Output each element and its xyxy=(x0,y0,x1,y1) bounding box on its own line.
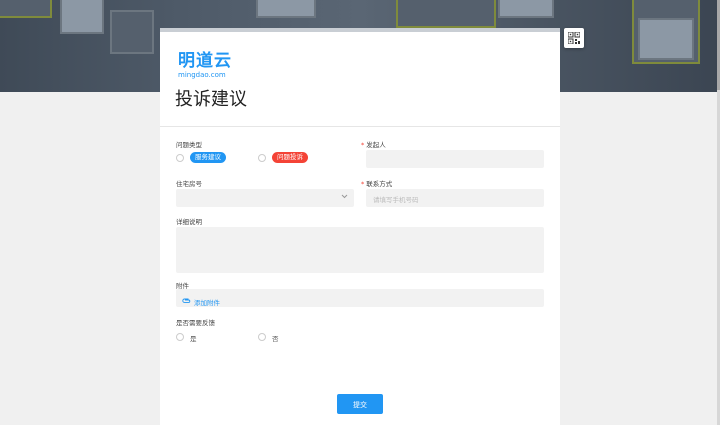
paperclip-icon xyxy=(182,298,191,306)
brand-logo: 明道云 mingdao.com xyxy=(178,52,232,79)
brand-logo-text: 明道云 xyxy=(178,51,232,71)
brand-domain: mingdao.com xyxy=(178,71,226,79)
qr-code-icon[interactable] xyxy=(564,28,584,48)
feedback-option-no[interactable]: 否 xyxy=(272,333,279,343)
form-title: 投诉建议 xyxy=(175,89,247,110)
attachment-field xyxy=(176,289,544,307)
details-textarea[interactable] xyxy=(176,227,544,273)
issue-type-label: 问题类型 xyxy=(176,141,202,149)
contact-field[interactable]: 请填写手机号码 xyxy=(366,189,544,207)
submit-button[interactable]: 提交 xyxy=(337,394,383,414)
contact-placeholder: 请填写手机号码 xyxy=(373,196,419,204)
contact-label: * 联系方式 xyxy=(361,180,393,188)
issue-type-radio-service[interactable] xyxy=(176,154,184,162)
chevron-down-icon[interactable] xyxy=(341,193,348,201)
details-label: 详细说明 xyxy=(176,218,202,226)
form-card: 明道云 mingdao.com 投诉建议 问题类型 服务建议 问题投诉 * 发起人… xyxy=(160,28,560,425)
issue-type-option-complaint[interactable]: 问题投诉 xyxy=(272,152,308,163)
add-attachment-label: 添加附件 xyxy=(194,299,220,307)
residence-select[interactable] xyxy=(176,189,354,207)
issue-type-radio-complaint[interactable] xyxy=(258,154,266,162)
feedback-option-yes[interactable]: 是 xyxy=(190,333,197,343)
initiator-label: * 发起人 xyxy=(361,141,386,149)
residence-label: 住宅房号 xyxy=(176,180,202,188)
add-attachment-button[interactable]: 添加附件 xyxy=(182,297,220,307)
divider xyxy=(160,126,560,127)
initiator-field[interactable] xyxy=(366,150,544,168)
feedback-radio-no[interactable] xyxy=(258,333,266,341)
feedback-radio-yes[interactable] xyxy=(176,333,184,341)
issue-type-option-service[interactable]: 服务建议 xyxy=(190,152,226,163)
feedback-label: 是否需要反馈 xyxy=(176,319,215,327)
